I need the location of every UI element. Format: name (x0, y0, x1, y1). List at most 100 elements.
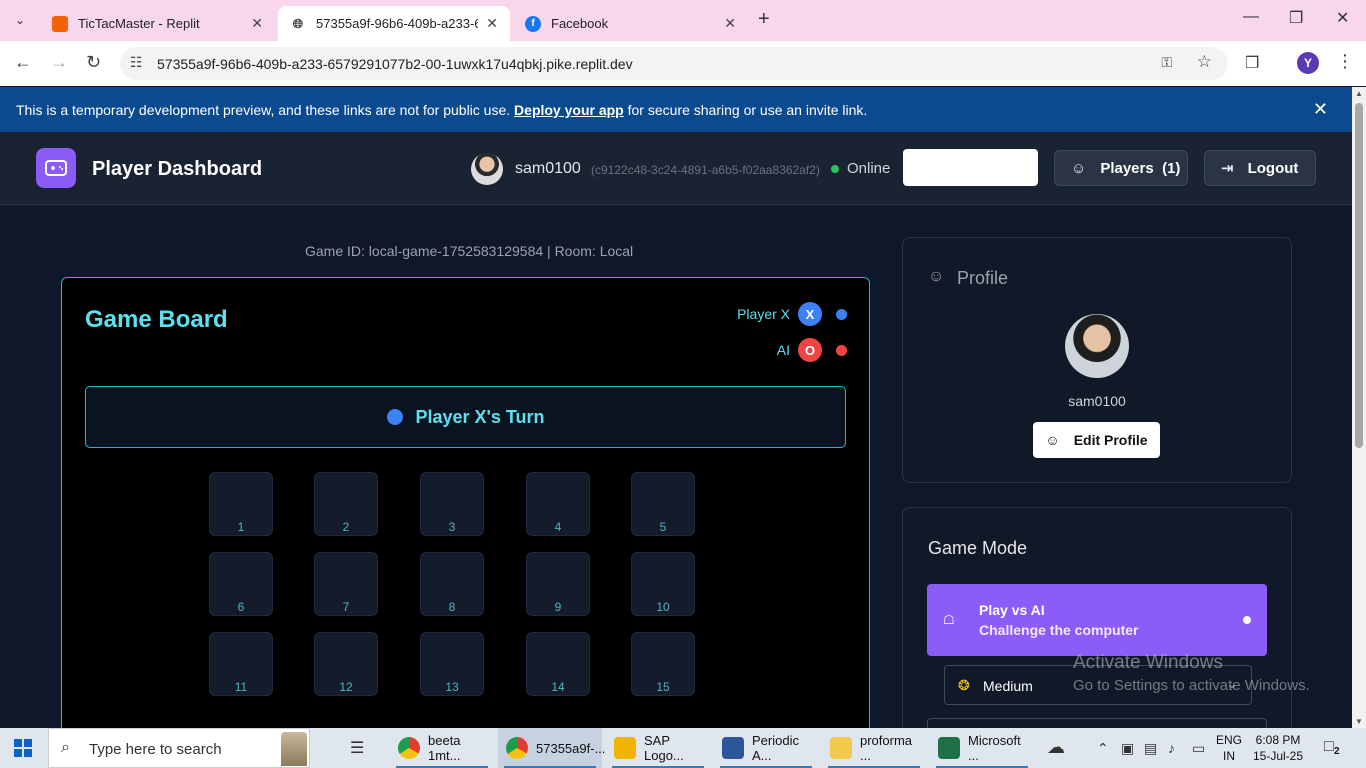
restore-icon[interactable]: ❐ (1289, 8, 1303, 28)
ai-dot (836, 344, 847, 356)
scroll-up-icon[interactable]: ▲ (1355, 89, 1363, 98)
user-avatar (471, 153, 503, 185)
board-cell[interactable]: 2 (314, 472, 378, 536)
chrome-icon (506, 737, 528, 759)
page-scrollbar[interactable]: ▲ ▼ (1352, 87, 1366, 728)
folder-icon (614, 737, 636, 759)
users-icon: ☺ (1071, 159, 1087, 177)
profile-avatar-icon[interactable]: Y (1297, 52, 1319, 74)
board-cell[interactable]: 5 (631, 472, 695, 536)
board-cell[interactable]: 12 (314, 632, 378, 696)
site-info-icon[interactable]: ☷ (130, 54, 143, 71)
gamepad-icon (36, 148, 76, 188)
taskbar-app-sap[interactable]: SAP Logo... (606, 728, 710, 768)
banner-text: This is a temporary development preview,… (16, 102, 868, 118)
windows-taskbar: ⌕ Type here to search ☰ beeta 1mt... 573… (0, 728, 1366, 768)
logout-button[interactable]: ⇥ Logout (1204, 150, 1316, 186)
back-icon[interactable]: ← (14, 52, 32, 73)
address-bar[interactable]: ☷ 57355a9f-96b6-409b-a233-6579291077b2-0… (120, 47, 1228, 80)
windows-start-icon[interactable] (14, 739, 32, 757)
turn-dot (386, 409, 403, 425)
notification-icon[interactable]: □ 2 (1324, 738, 1340, 757)
board-title: Game Board (85, 306, 228, 333)
browser-menu-icon[interactable]: ⋮ (1336, 51, 1354, 72)
taskbar-app-chrome[interactable]: beeta 1mt... (390, 728, 494, 768)
board-cell[interactable]: 9 (526, 552, 590, 616)
taskbar-app-chrome-active[interactable]: 57355a9f-... (498, 728, 605, 768)
minimize-icon[interactable]: — (1243, 8, 1259, 26)
turn-indicator: Player X's Turn (85, 386, 846, 448)
weather-icon[interactable]: ☁ (1047, 737, 1065, 758)
scroll-down-icon[interactable]: ▼ (1355, 717, 1363, 726)
password-key-icon[interactable]: ⚿ (1161, 54, 1172, 71)
header-username: sam0100 (515, 160, 581, 177)
board-cell[interactable]: 7 (314, 552, 378, 616)
browser-tab-strip: ⌄ TicTacMaster - Replit ✕ 🌐︎ 57355a9f-96… (0, 0, 1366, 41)
replit-icon (52, 15, 68, 32)
board-cell[interactable]: 3 (420, 472, 484, 536)
tab-tictacmaster[interactable]: TicTacMaster - Replit ✕ (40, 6, 275, 41)
board-cell[interactable]: 15 (631, 632, 695, 696)
players-button[interactable]: ☺ Players (1) (1054, 150, 1188, 186)
close-banner-icon[interactable]: ✕ (1313, 99, 1328, 120)
browser-toolbar: ← → ↻ ☷ 57355a9f-96b6-409b-a233-65792910… (0, 41, 1366, 86)
user-icon: ☺ (1045, 432, 1060, 448)
display-icon[interactable]: ▭ (1192, 740, 1205, 757)
reload-icon[interactable]: ↻ (86, 52, 101, 73)
taskbar-app-excel[interactable]: Microsoft ... (930, 728, 1034, 768)
volume-icon[interactable]: ♪ (1168, 740, 1175, 756)
board-cell[interactable]: 6 (209, 552, 273, 616)
facebook-icon: f (525, 15, 541, 32)
player-x-dot (836, 308, 847, 320)
profile-heading: Profile (957, 268, 1009, 288)
profile-username: sam0100 (1068, 393, 1126, 409)
tab-search-dropdown-icon[interactable]: ⌄ (8, 8, 32, 32)
close-window-icon[interactable]: ✕ (1336, 8, 1349, 28)
scrollbar-thumb[interactable] (1355, 103, 1363, 448)
chrome-icon (398, 737, 420, 759)
language-indicator[interactable]: ENG IN (1216, 732, 1242, 764)
forward-icon[interactable]: → (50, 52, 68, 73)
board-cell[interactable]: 13 (420, 632, 484, 696)
deploy-app-link[interactable]: Deploy your app (514, 102, 624, 118)
logout-icon: ⇥ (1221, 160, 1234, 177)
extensions-icon[interactable]: ❒ (1245, 53, 1259, 73)
network-icon[interactable]: ▤ (1144, 740, 1157, 757)
board-cell[interactable]: 8 (420, 552, 484, 616)
dev-preview-banner: This is a temporary development preview,… (0, 87, 1352, 132)
header-input[interactable] (903, 149, 1038, 186)
meet-icon[interactable]: ▣ (1121, 740, 1134, 757)
close-tab-icon[interactable]: ✕ (486, 15, 498, 32)
show-hidden-icons-icon[interactable]: ⌃ (1097, 740, 1109, 757)
excel-icon (938, 737, 960, 759)
taskbar-app-periodic[interactable]: Periodic A... (714, 728, 818, 768)
activate-windows-watermark: Activate Windows Go to Settings to activ… (1073, 652, 1310, 694)
search-icon: ⌕ (61, 739, 70, 756)
taskbar-clock[interactable]: 6:08 PM 15-Jul-25 (1253, 732, 1303, 764)
globe-icon: 🌐︎ (292, 15, 304, 31)
user-icon: ☺ (928, 268, 945, 285)
close-tab-icon[interactable]: ✕ (251, 15, 263, 32)
task-view-icon[interactable]: ☰ (350, 738, 364, 758)
page-title: Player Dashboard (92, 158, 263, 180)
document-icon (722, 737, 744, 759)
url-text[interactable]: 57355a9f-96b6-409b-a233-6579291077b2-00-… (157, 56, 633, 72)
bookmark-star-icon[interactable]: ☆ (1197, 52, 1212, 72)
selected-dot (1243, 616, 1251, 624)
board-cell[interactable]: 11 (209, 632, 273, 696)
board-cell[interactable]: 4 (526, 472, 590, 536)
edit-profile-button[interactable]: ☺ Edit Profile (1033, 422, 1160, 458)
tab-facebook[interactable]: f Facebook ✕ (513, 6, 748, 41)
board-cell[interactable]: 14 (526, 632, 590, 696)
search-highlight-image (281, 732, 307, 766)
board-cell[interactable]: 10 (631, 552, 695, 616)
tab-dev-preview[interactable]: 🌐︎ 57355a9f-96b6-409b-a233-657 ✕ (278, 6, 510, 41)
close-tab-icon[interactable]: ✕ (724, 15, 736, 32)
header-user-id: (c9122c48-3c24-4891-a6b5-f02aa8362af2) (591, 163, 820, 177)
taskbar-app-proforma[interactable]: proforma ... (822, 728, 926, 768)
play-vs-ai-button[interactable]: ☖ Play vs AI Challenge the computer (927, 584, 1267, 656)
board-cell[interactable]: 1 (209, 472, 273, 536)
profile-avatar (1065, 314, 1129, 378)
new-tab-icon[interactable]: + (758, 8, 770, 31)
taskbar-search[interactable]: ⌕ Type here to search (48, 728, 310, 768)
